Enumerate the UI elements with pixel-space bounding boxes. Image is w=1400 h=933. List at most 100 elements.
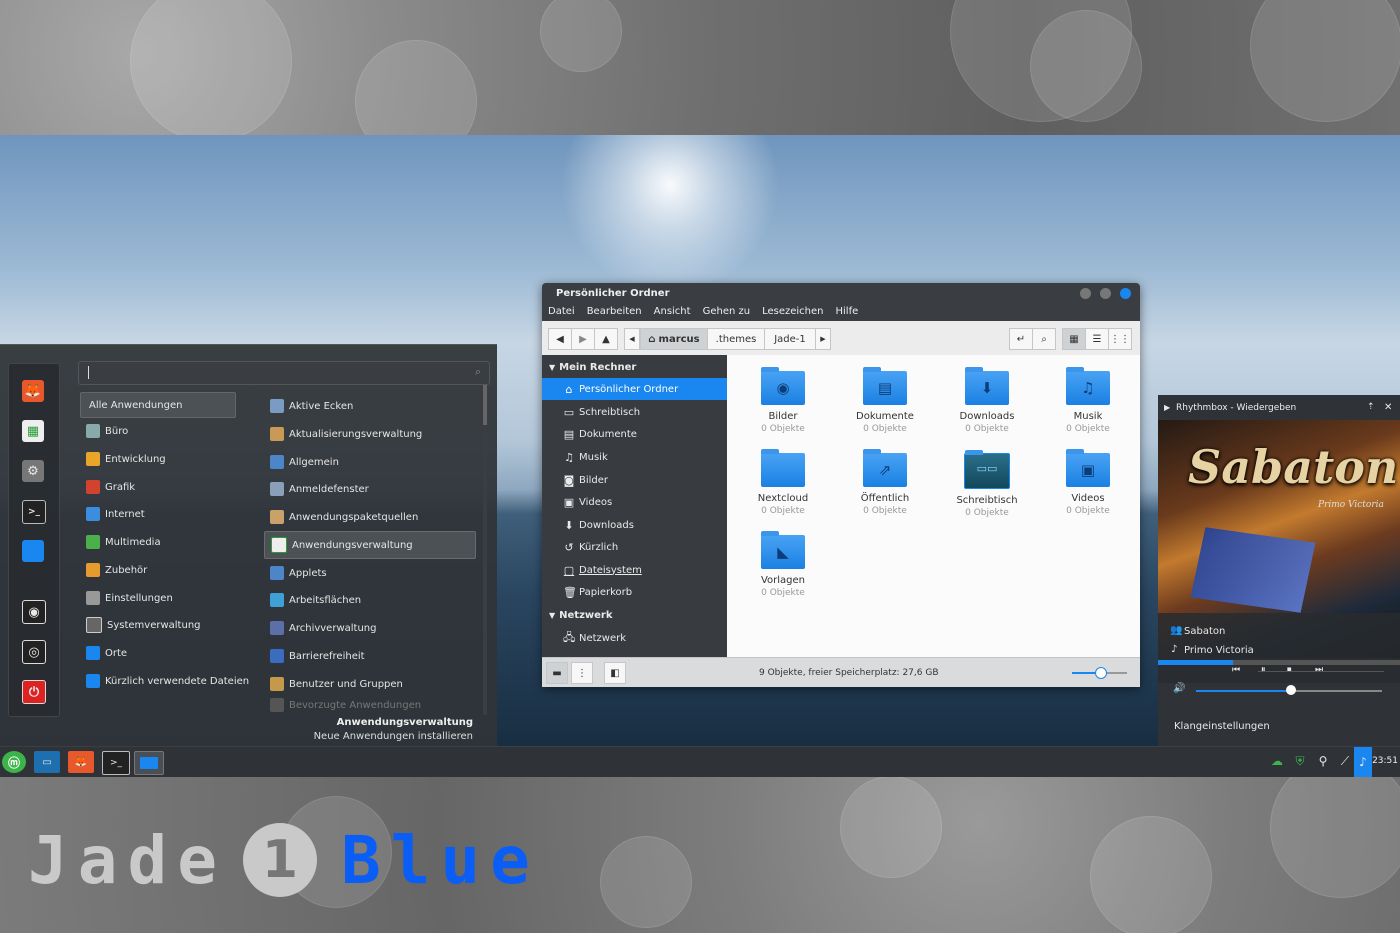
toggle-sidebar-button[interactable]: ◧	[604, 662, 626, 684]
folder-musik[interactable]: ♫ Musik 0 Objekte	[1040, 365, 1136, 434]
app-general[interactable]: Allgemein	[264, 449, 474, 475]
category-recent-files[interactable]: Kürzlich verwendete Dateien	[80, 669, 280, 693]
firefox-icon[interactable]: 🦊	[22, 380, 44, 402]
shield-icon[interactable]: ⛨	[1293, 754, 1307, 768]
app-login-window[interactable]: Anmeldefenster	[264, 476, 474, 502]
minimize-button[interactable]	[1080, 288, 1091, 299]
menu-edit[interactable]: Bearbeiten	[587, 303, 642, 321]
app-preferred-applications[interactable]: Bevorzugte Anwendungen	[264, 698, 474, 712]
sidebar-item-trash[interactable]: 🗑 Papierkorb	[542, 581, 727, 603]
folder-schreibtisch[interactable]: ▭▭ Schreibtisch 0 Objekte	[939, 447, 1035, 518]
lock-screen-icon[interactable]: ◉	[22, 600, 46, 624]
sidebar-item-filesystem[interactable]: ▢ Dateisystem	[542, 559, 727, 581]
music-tray-icon[interactable]: ♪	[1354, 747, 1372, 777]
menu-scrollbar[interactable]	[483, 385, 487, 715]
menu-view[interactable]: Ansicht	[654, 303, 691, 321]
folder-downloads[interactable]: ⬇ Downloads 0 Objekte	[939, 365, 1035, 434]
sidebar-item-downloads[interactable]: ⬇ Downloads	[542, 514, 727, 536]
maximize-button[interactable]	[1100, 288, 1111, 299]
close-icon[interactable]: ✕	[1384, 402, 1392, 413]
previous-button[interactable]: ⏮	[1232, 665, 1240, 675]
category-settings[interactable]: Einstellungen	[80, 586, 234, 610]
software-manager-icon[interactable]: ▦	[22, 420, 44, 442]
firefox-launcher-icon[interactable]: 🦊	[68, 751, 94, 773]
path-right-arrow[interactable]: ▶	[815, 328, 831, 350]
menu-bookmarks[interactable]: Lesezeichen	[762, 303, 823, 321]
path-segment-home[interactable]: ⌂ marcus	[640, 328, 708, 350]
category-office[interactable]: Büro	[80, 419, 234, 443]
folder-oeffentlich[interactable]: ⇗ Öffentlich 0 Objekte	[837, 447, 933, 516]
sidebar-item-network[interactable]: 🖧 Netzwerk	[542, 627, 727, 649]
menu-go[interactable]: Gehen zu	[703, 303, 751, 321]
category-graphics[interactable]: Grafik	[80, 475, 234, 499]
app-software-sources[interactable]: Anwendungspaketquellen	[264, 504, 474, 530]
search-button[interactable]: ⌕	[1032, 328, 1056, 350]
path-segment-jade[interactable]: Jade-1	[764, 328, 816, 350]
file-manager-task-icon[interactable]	[134, 751, 164, 775]
mint-menu-icon[interactable]: ⓜ	[2, 751, 26, 773]
terminal-icon[interactable]: >_	[22, 500, 46, 524]
app-workspaces[interactable]: Arbeitsflächen	[264, 587, 474, 613]
logout-icon[interactable]: ◎	[22, 640, 46, 664]
show-desktop-icon[interactable]: ▭	[34, 751, 60, 773]
forward-button[interactable]: ▶	[571, 328, 595, 350]
back-button[interactable]: ◀	[548, 328, 572, 350]
update-tray-icon[interactable]: ☁	[1270, 754, 1284, 768]
stop-button[interactable]: ⏹	[1287, 665, 1292, 675]
clock[interactable]: 23:51	[1372, 756, 1398, 766]
pin-icon[interactable]: ⇡	[1367, 402, 1375, 412]
category-places[interactable]: Orte	[80, 641, 234, 665]
close-button[interactable]	[1120, 288, 1131, 299]
category-all[interactable]: Alle Anwendungen	[80, 392, 236, 418]
category-internet[interactable]: Internet	[80, 502, 234, 526]
list-view-button[interactable]: ☰	[1085, 328, 1109, 350]
next-button[interactable]: ⏭	[1315, 665, 1323, 675]
network-tray-icon[interactable]: ⟋	[1338, 754, 1352, 768]
sidebar-item-documents[interactable]: ▤ Dokumente	[542, 423, 727, 445]
app-archive-manager[interactable]: Archivverwaltung	[264, 615, 474, 641]
toggle-sidebar-tree-button[interactable]: ⋮	[571, 662, 593, 684]
folder-videos[interactable]: ▣ Videos 0 Objekte	[1040, 447, 1136, 516]
sound-settings-link[interactable]: Klangeinstellungen	[1174, 721, 1270, 732]
category-accessories[interactable]: Zubehör	[80, 558, 234, 582]
sidebar-item-home[interactable]: ⌂ Persönlicher Ordner	[542, 378, 727, 400]
path-left-arrow[interactable]: ◀	[624, 328, 640, 350]
menu-help[interactable]: Hilfe	[836, 303, 859, 321]
path-segment-themes[interactable]: .themes	[707, 328, 765, 350]
category-development[interactable]: Entwicklung	[80, 447, 234, 471]
pause-button[interactable]: ⏸	[1261, 665, 1266, 675]
folder-dokumente[interactable]: ▤ Dokumente 0 Objekte	[837, 365, 933, 434]
up-button[interactable]: ▲	[594, 328, 618, 350]
volume-slider-knob[interactable]	[1285, 685, 1296, 695]
terminal-launcher-icon[interactable]: >_	[102, 751, 130, 775]
sidebar-item-pictures[interactable]: ◙ Bilder	[542, 469, 727, 491]
settings-icon[interactable]: ⚙	[22, 460, 44, 482]
location-icon[interactable]: ⚲	[1316, 754, 1330, 768]
menu-search-input[interactable]: ⌕	[78, 361, 490, 385]
zoom-slider-knob[interactable]	[1094, 667, 1107, 679]
compact-view-button[interactable]: ⋮⋮	[1108, 328, 1132, 350]
location-toggle-button[interactable]: ↵	[1009, 328, 1033, 350]
app-applets[interactable]: Applets	[264, 560, 474, 586]
menu-file[interactable]: Datei	[548, 303, 575, 321]
folder-bilder[interactable]: ◉ Bilder 0 Objekte	[735, 365, 831, 434]
sidebar-header-network[interactable]: ▼ Netzwerk	[542, 604, 727, 626]
folder-nextcloud[interactable]: Nextcloud 0 Objekte	[735, 447, 831, 516]
sidebar-header-computer[interactable]: ▼ Mein Rechner	[542, 356, 727, 378]
app-software-manager[interactable]: Anwendungsverwaltung	[264, 531, 476, 559]
toggle-sidebar-places-button[interactable]: ▬	[546, 662, 568, 684]
power-icon[interactable]: ⏻	[22, 680, 46, 704]
icon-view-button[interactable]: ▦	[1062, 328, 1086, 350]
sidebar-item-music[interactable]: ♫ Musik	[542, 446, 727, 468]
scrollbar-thumb[interactable]	[483, 385, 487, 425]
category-administration[interactable]: Systemverwaltung	[80, 613, 234, 637]
folder-vorlagen[interactable]: ◣ Vorlagen 0 Objekte	[735, 529, 831, 598]
app-update-manager[interactable]: Aktualisierungsverwaltung	[264, 421, 474, 447]
folder-icon[interactable]	[22, 540, 44, 562]
category-multimedia[interactable]: Multimedia	[80, 530, 234, 554]
app-users-groups[interactable]: Benutzer und Gruppen	[264, 671, 474, 697]
sidebar-item-recent[interactable]: ↺ Kürzlich	[542, 536, 727, 558]
app-accessibility[interactable]: Barrierefreiheit	[264, 643, 474, 669]
sidebar-item-desktop[interactable]: ▭ Schreibtisch	[542, 401, 727, 423]
sidebar-item-videos[interactable]: ▣ Videos	[542, 491, 727, 513]
